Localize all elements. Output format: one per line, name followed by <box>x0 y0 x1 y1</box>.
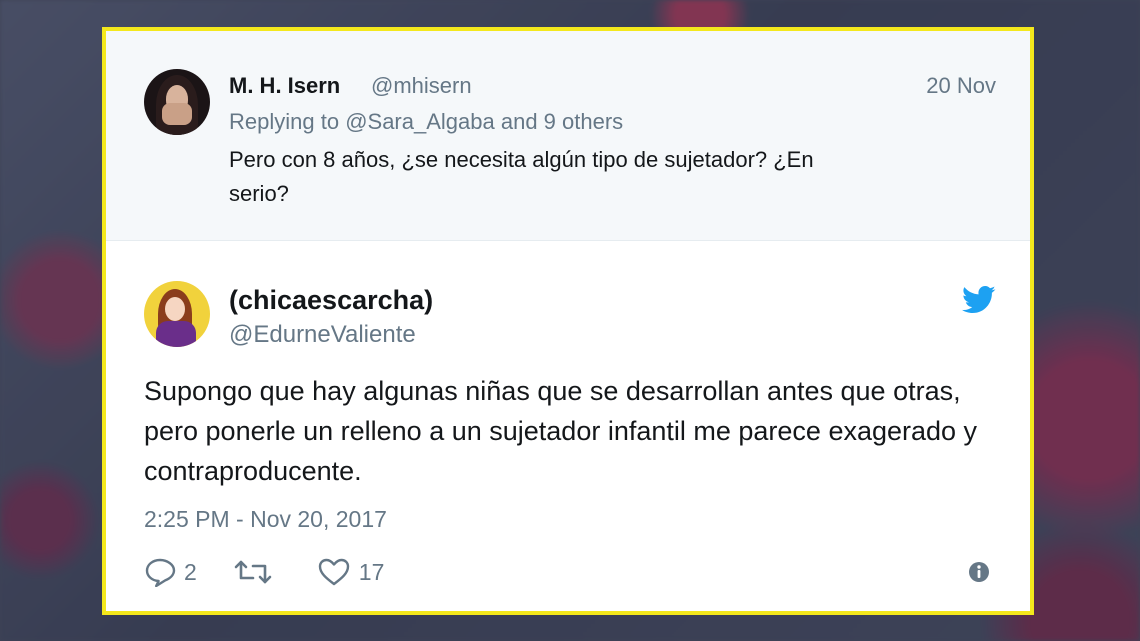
replying-prefix: Replying to <box>229 109 346 134</box>
replying-to-link[interactable]: @Sara_Algaba <box>345 109 495 134</box>
author-handle[interactable]: @mhisern <box>371 73 472 99</box>
avatar[interactable] <box>144 69 210 135</box>
tweet-date[interactable]: 20 Nov <box>926 73 996 99</box>
tweet-actions: 2 17 <box>144 557 420 587</box>
twitter-bird-icon[interactable] <box>962 285 996 315</box>
main-tweet: (chicaescarcha) @EdurneValiente Supongo … <box>106 241 1030 611</box>
author-handle[interactable]: @EdurneValiente <box>229 321 416 349</box>
replying-to: Replying to @Sara_Algaba and 9 others <box>229 109 623 135</box>
parent-tweet[interactable]: M. H. Isern @mhisern 20 Nov Replying to … <box>106 31 1030 241</box>
tweet-timestamp[interactable]: 2:25 PM - Nov 20, 2017 <box>144 506 387 533</box>
tweet-screenshot-frame: M. H. Isern @mhisern 20 Nov Replying to … <box>102 27 1034 615</box>
replying-suffix[interactable]: and 9 others <box>495 109 623 134</box>
tweet-text: Pero con 8 años, ¿se necesita algún tipo… <box>229 147 814 206</box>
reply-button[interactable]: 2 <box>144 557 197 587</box>
like-button[interactable]: 17 <box>317 557 385 587</box>
info-icon[interactable] <box>968 561 990 583</box>
retweet-button[interactable] <box>233 558 281 586</box>
retweet-icon <box>234 560 272 584</box>
heart-icon <box>318 558 349 586</box>
reply-count: 2 <box>184 558 197 585</box>
like-count: 17 <box>358 558 385 585</box>
author-name[interactable]: (chicaescarcha) <box>229 285 433 316</box>
reply-icon <box>145 558 176 587</box>
author-name[interactable]: M. H. Isern <box>229 73 340 99</box>
tweet-text: Supongo que hay algunas niñas que se des… <box>144 376 978 486</box>
avatar[interactable] <box>144 281 210 347</box>
